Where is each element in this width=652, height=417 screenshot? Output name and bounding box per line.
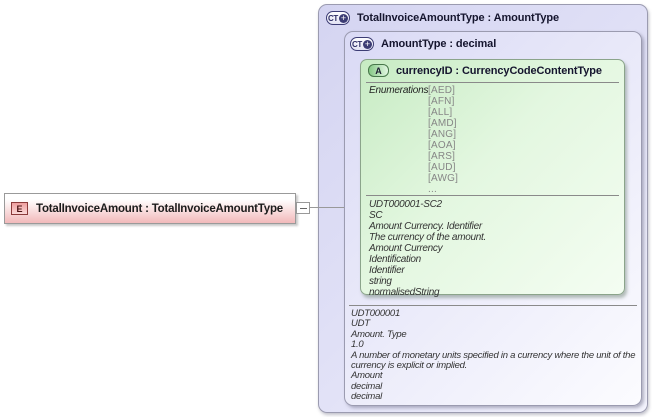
complex-type-icon: CT + — [350, 37, 374, 51]
doc-line: Identifier — [369, 265, 405, 276]
enum-value: [ARS] — [428, 151, 456, 162]
enum-value: [AED] — [428, 85, 456, 96]
enum-value-ellipsis: ... — [428, 184, 437, 195]
doc-line: decimal — [351, 391, 382, 403]
doc-line: Amount — [351, 370, 383, 382]
doc-line: SC — [369, 210, 383, 221]
enum-value: [AOA] — [428, 140, 456, 151]
doc-line: Amount Currency — [369, 243, 443, 254]
enum-value: [ANG] — [428, 129, 457, 140]
plus-icon: + — [339, 12, 349, 23]
plus-icon: + — [363, 38, 373, 49]
attribute-box-currency-id[interactable]: A currencyID : CurrencyCodeContentType E… — [360, 59, 625, 298]
doc-line: UDT000001-SC2 — [369, 199, 442, 210]
enumerations-label: Enumerations — [369, 85, 429, 96]
doc-line: Identification — [369, 254, 421, 265]
doc-line: Amount Currency. Identifier — [369, 221, 482, 232]
inner-type-header[interactable]: CT + AmountType : decimal — [345, 32, 641, 51]
complex-type-icon-text: CT — [351, 39, 363, 49]
separator-line — [349, 305, 637, 306]
attribute-header[interactable]: A currencyID : CurrencyCodeContentType — [361, 60, 624, 77]
enum-value: [AMD] — [428, 118, 457, 129]
doc-line: string — [369, 276, 392, 287]
enum-value: [AUD] — [428, 162, 456, 173]
enum-value: [AFN] — [428, 96, 455, 107]
type-documentation: UDT000001 UDT Amount. Type 1.0 A number … — [351, 308, 637, 403]
connector-line — [310, 207, 344, 208]
element-label: TotalInvoiceAmount : TotalInvoiceAmountT… — [36, 202, 283, 215]
doc-line: normalisedString — [369, 287, 440, 298]
collapse-toggle[interactable] — [296, 202, 310, 214]
complex-type-icon: CT + — [326, 11, 350, 25]
doc-line: A number of monetary units specified in … — [351, 349, 636, 372]
enum-value: [ALL] — [428, 107, 453, 118]
attribute-icon: A — [368, 64, 389, 77]
doc-line: decimal — [351, 380, 382, 392]
separator-line — [366, 195, 619, 196]
attribute-title: currencyID : CurrencyCodeContentType — [396, 64, 602, 77]
separator-line — [366, 82, 619, 83]
doc-line: The currency of the amount. — [369, 232, 486, 243]
schema-diagram: E TotalInvoiceAmount : TotalInvoiceAmoun… — [0, 0, 652, 417]
outer-type-title: TotalInvoiceAmountType : AmountType — [357, 12, 560, 24]
element-icon: E — [11, 202, 28, 215]
attribute-documentation: UDT000001-SC2 SC Amount Currency. Identi… — [369, 199, 618, 298]
doc-line: Amount. Type — [351, 328, 407, 340]
minus-icon — [299, 207, 307, 209]
inner-type-box[interactable]: CT + AmountType : decimal A currencyID :… — [344, 31, 642, 406]
enumerations-list: [AED] [AFN] [ALL] [AMD] [ANG] [AOA] [ARS… — [428, 85, 458, 195]
complex-type-icon-text: CT — [327, 13, 339, 23]
doc-line: UDT000001 — [351, 308, 400, 319]
element-box-total-invoice-amount[interactable]: E TotalInvoiceAmount : TotalInvoiceAmoun… — [4, 193, 296, 224]
outer-type-box[interactable]: CT + TotalInvoiceAmountType : AmountType… — [318, 4, 648, 413]
inner-type-title: AmountType : decimal — [381, 38, 497, 50]
outer-type-header[interactable]: CT + TotalInvoiceAmountType : AmountType — [319, 5, 647, 25]
enum-value: [AWG] — [428, 173, 459, 184]
